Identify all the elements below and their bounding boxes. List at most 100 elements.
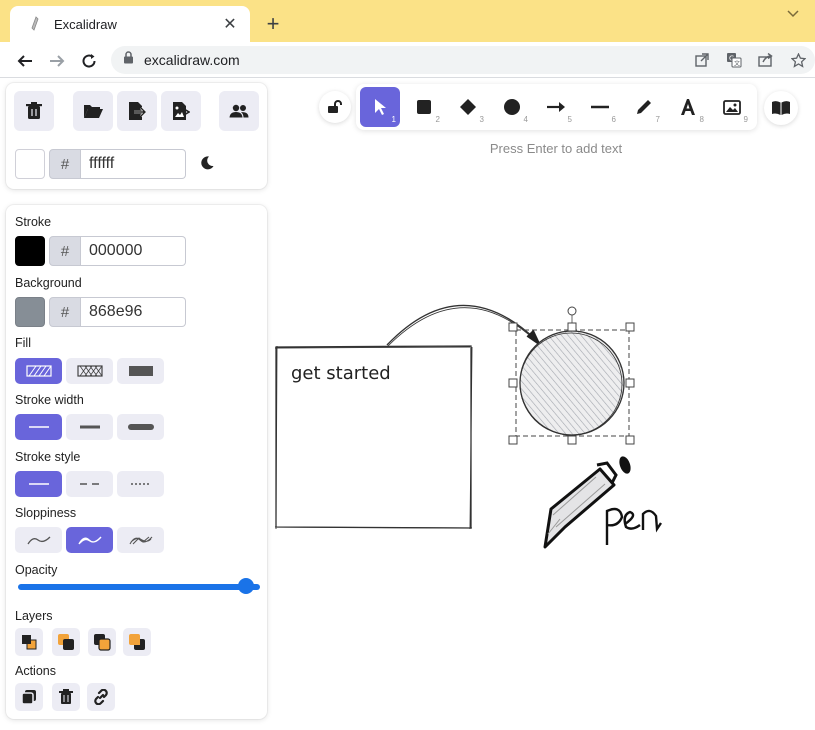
canvas-color-swatch[interactable]: [15, 149, 45, 179]
stroke-style-label: Stroke style: [15, 450, 81, 464]
fill-solid-button[interactable]: [117, 358, 164, 384]
tool-lock-button[interactable]: [319, 91, 351, 123]
background-hex-input[interactable]: 868e96: [81, 297, 186, 327]
rectangle-text[interactable]: get started: [291, 363, 391, 384]
arrow-icon: [547, 102, 565, 112]
resize-handle[interactable]: [508, 378, 518, 388]
tool-number: 6: [611, 115, 616, 124]
send-backward-button[interactable]: [52, 628, 80, 656]
dark-mode-moon-icon[interactable]: [197, 153, 217, 173]
share-icon[interactable]: [757, 51, 775, 69]
tool-number: 3: [479, 115, 484, 124]
resize-handle[interactable]: [567, 322, 577, 332]
pen-drawing[interactable]: [543, 455, 633, 549]
fill-hachure-button[interactable]: [15, 358, 62, 384]
sloppiness-architect-button[interactable]: [15, 527, 62, 553]
unlock-icon: [328, 100, 342, 113]
delete-button[interactable]: [52, 683, 80, 711]
resize-handle[interactable]: [567, 435, 577, 445]
tool-diamond[interactable]: 3: [448, 87, 488, 127]
browser-tab-bar: Excalidraw ✕ +: [0, 0, 815, 42]
opacity-slider[interactable]: [18, 584, 260, 590]
stroke-width-label: Stroke width: [15, 393, 84, 407]
close-tab-icon[interactable]: ✕: [220, 14, 240, 34]
clear-canvas-button[interactable]: [14, 91, 54, 131]
actions-label: Actions: [15, 664, 56, 678]
solid-fill-icon: [128, 366, 153, 376]
duplicate-button[interactable]: [15, 683, 43, 711]
tool-draw[interactable]: 7: [624, 87, 664, 127]
tool-image[interactable]: 9: [712, 87, 752, 127]
ellipse-shape[interactable]: [519, 330, 625, 436]
resize-handle[interactable]: [625, 435, 635, 445]
send-to-back-button[interactable]: [15, 628, 43, 656]
image-icon: [723, 99, 741, 115]
artist-line-icon: [77, 536, 102, 545]
canvas-hex-input[interactable]: ffffff: [81, 149, 186, 179]
tool-number: 4: [523, 115, 528, 124]
cross-hatch-fill-icon: [76, 365, 103, 377]
tool-number: 7: [655, 115, 660, 124]
reload-icon[interactable]: [78, 50, 100, 72]
stroke-style-dashed-button[interactable]: [66, 471, 113, 497]
export-file-icon: [129, 102, 146, 120]
tab-search-chevron-icon[interactable]: [783, 6, 803, 22]
open-file-button[interactable]: [73, 91, 113, 131]
stroke-width-extra-bold-button[interactable]: [117, 414, 164, 440]
forward-arrow-icon[interactable]: [46, 50, 68, 72]
resize-handle[interactable]: [508, 322, 518, 332]
address-bar[interactable]: excalidraw.com G文: [111, 46, 815, 74]
bookmark-star-icon[interactable]: [789, 51, 807, 69]
export-button[interactable]: [117, 91, 157, 131]
resize-handle[interactable]: [508, 435, 518, 445]
pen-text[interactable]: [605, 507, 662, 545]
tool-selection[interactable]: 1: [360, 87, 400, 127]
resize-handle[interactable]: [625, 378, 635, 388]
back-arrow-icon[interactable]: [14, 50, 36, 72]
new-tab-icon[interactable]: +: [262, 11, 284, 36]
tool-rectangle[interactable]: 2: [404, 87, 444, 127]
rotation-handle[interactable]: [567, 306, 577, 316]
sloppiness-cartoonist-button[interactable]: [117, 527, 164, 553]
folder-open-icon: [84, 105, 103, 118]
stroke-width-bold-button[interactable]: [66, 414, 113, 440]
rectangle-icon: [417, 100, 431, 114]
stroke-hex-input[interactable]: 000000: [81, 236, 186, 266]
tool-number: 8: [699, 115, 704, 124]
translate-icon[interactable]: G文: [725, 51, 743, 69]
browser-toolbar: excalidraw.com G文: [0, 42, 815, 78]
opacity-slider-thumb[interactable]: [238, 578, 254, 594]
export-image-button[interactable]: [161, 91, 201, 131]
background-color-swatch[interactable]: [15, 297, 45, 327]
background-label: Background: [15, 276, 82, 290]
resize-handle[interactable]: [625, 322, 635, 332]
trash-icon: [59, 689, 73, 704]
browser-tab[interactable]: Excalidraw ✕: [10, 6, 250, 42]
fill-cross-hatch-button[interactable]: [66, 358, 113, 384]
stroke-style-solid-button[interactable]: [15, 471, 62, 497]
bring-forward-button[interactable]: [88, 628, 116, 656]
lock-icon[interactable]: [123, 51, 134, 69]
trash-icon: [26, 102, 42, 119]
pencil-icon: [637, 100, 651, 114]
live-collaboration-button[interactable]: [219, 91, 259, 131]
bring-to-front-button[interactable]: [123, 628, 151, 656]
solid-line-icon: [28, 483, 49, 485]
stroke-style-dotted-button[interactable]: [117, 471, 164, 497]
extra-bold-line-icon: [127, 424, 154, 430]
open-in-app-icon[interactable]: [693, 51, 711, 69]
bold-line-icon: [79, 425, 100, 429]
tool-number: 2: [435, 115, 440, 124]
tool-ellipse[interactable]: 4: [492, 87, 532, 127]
sloppiness-artist-button[interactable]: [66, 527, 113, 553]
excalidraw-favicon-icon: [26, 15, 44, 33]
stroke-color-swatch[interactable]: [15, 236, 45, 266]
stroke-width-thin-button[interactable]: [15, 414, 62, 440]
tool-arrow[interactable]: 5: [536, 87, 576, 127]
tool-text[interactable]: 8: [668, 87, 708, 127]
link-button[interactable]: [87, 683, 115, 711]
tool-line[interactable]: 6: [580, 87, 620, 127]
menu-panel: # ffffff: [6, 83, 267, 189]
library-button[interactable]: [764, 91, 798, 125]
url-text: excalidraw.com: [144, 52, 240, 68]
